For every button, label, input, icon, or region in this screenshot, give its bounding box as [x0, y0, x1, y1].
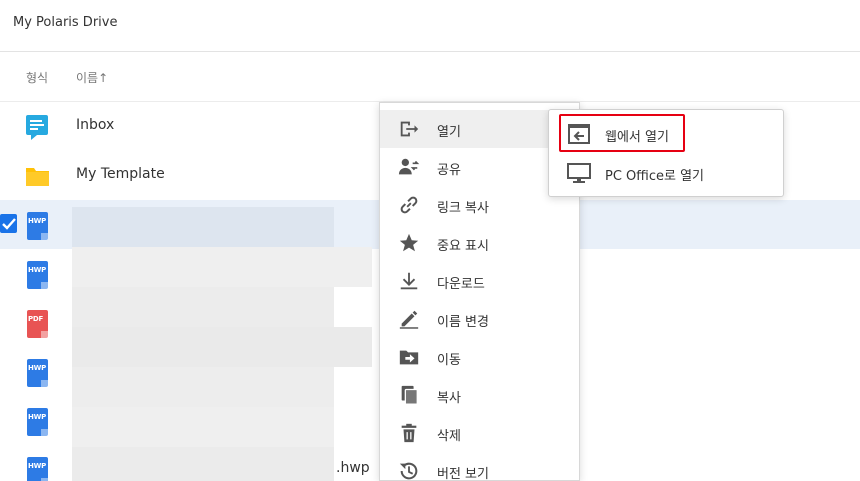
link-icon	[400, 196, 418, 214]
menu-item-version-history[interactable]: 버전 보기	[380, 452, 579, 481]
download-icon	[400, 272, 418, 290]
column-header: 형식 이름↑	[0, 52, 860, 102]
menu-item-star[interactable]: 중요 표시	[380, 224, 579, 262]
open-submenu: 웹에서 열기 PC Office로 열기	[548, 109, 784, 197]
file-name: My Template	[76, 166, 165, 182]
column-name-sort[interactable]: 이름↑	[76, 69, 108, 86]
redacted-region	[72, 207, 334, 247]
rename-icon	[399, 310, 419, 329]
folder-icon	[25, 163, 50, 190]
share-icon	[398, 158, 420, 175]
highlight-box	[559, 114, 685, 152]
top-bar: My Polaris Drive	[0, 0, 860, 52]
menu-item-copy[interactable]: 복사	[380, 376, 579, 414]
monitor-icon	[567, 163, 591, 183]
redacted-region	[72, 327, 372, 367]
file-name: .hwp	[336, 460, 370, 476]
redacted-region	[72, 287, 334, 327]
history-icon	[399, 462, 418, 480]
hwp-file-icon: HWP	[25, 359, 50, 387]
redacted-region	[72, 447, 334, 481]
hwp-file-icon: HWP	[25, 457, 50, 481]
menu-item-rename[interactable]: 이름 변경	[380, 300, 579, 338]
move-icon	[399, 350, 419, 365]
menu-item-delete[interactable]: 삭제	[380, 414, 579, 452]
trash-icon	[401, 423, 417, 443]
pdf-file-icon: PDF	[25, 310, 50, 338]
inbox-icon	[25, 114, 50, 141]
redacted-region	[72, 407, 334, 447]
open-icon	[400, 121, 419, 137]
column-type[interactable]: 형식	[26, 69, 48, 86]
menu-item-download[interactable]: 다운로드	[380, 262, 579, 300]
checkbox-checked[interactable]	[0, 214, 17, 233]
file-name: Inbox	[76, 117, 115, 133]
star-icon	[399, 233, 419, 252]
redacted-region	[72, 367, 334, 407]
drive-title: My Polaris Drive	[13, 15, 118, 30]
hwp-file-icon: HWP	[25, 212, 50, 240]
hwp-file-icon: HWP	[25, 408, 50, 436]
redacted-region	[72, 247, 372, 287]
menu-item-move[interactable]: 이동	[380, 338, 579, 376]
hwp-file-icon: HWP	[25, 261, 50, 289]
submenu-item-open-pc-office[interactable]: PC Office로 열기	[549, 153, 783, 191]
copy-icon	[401, 385, 418, 405]
